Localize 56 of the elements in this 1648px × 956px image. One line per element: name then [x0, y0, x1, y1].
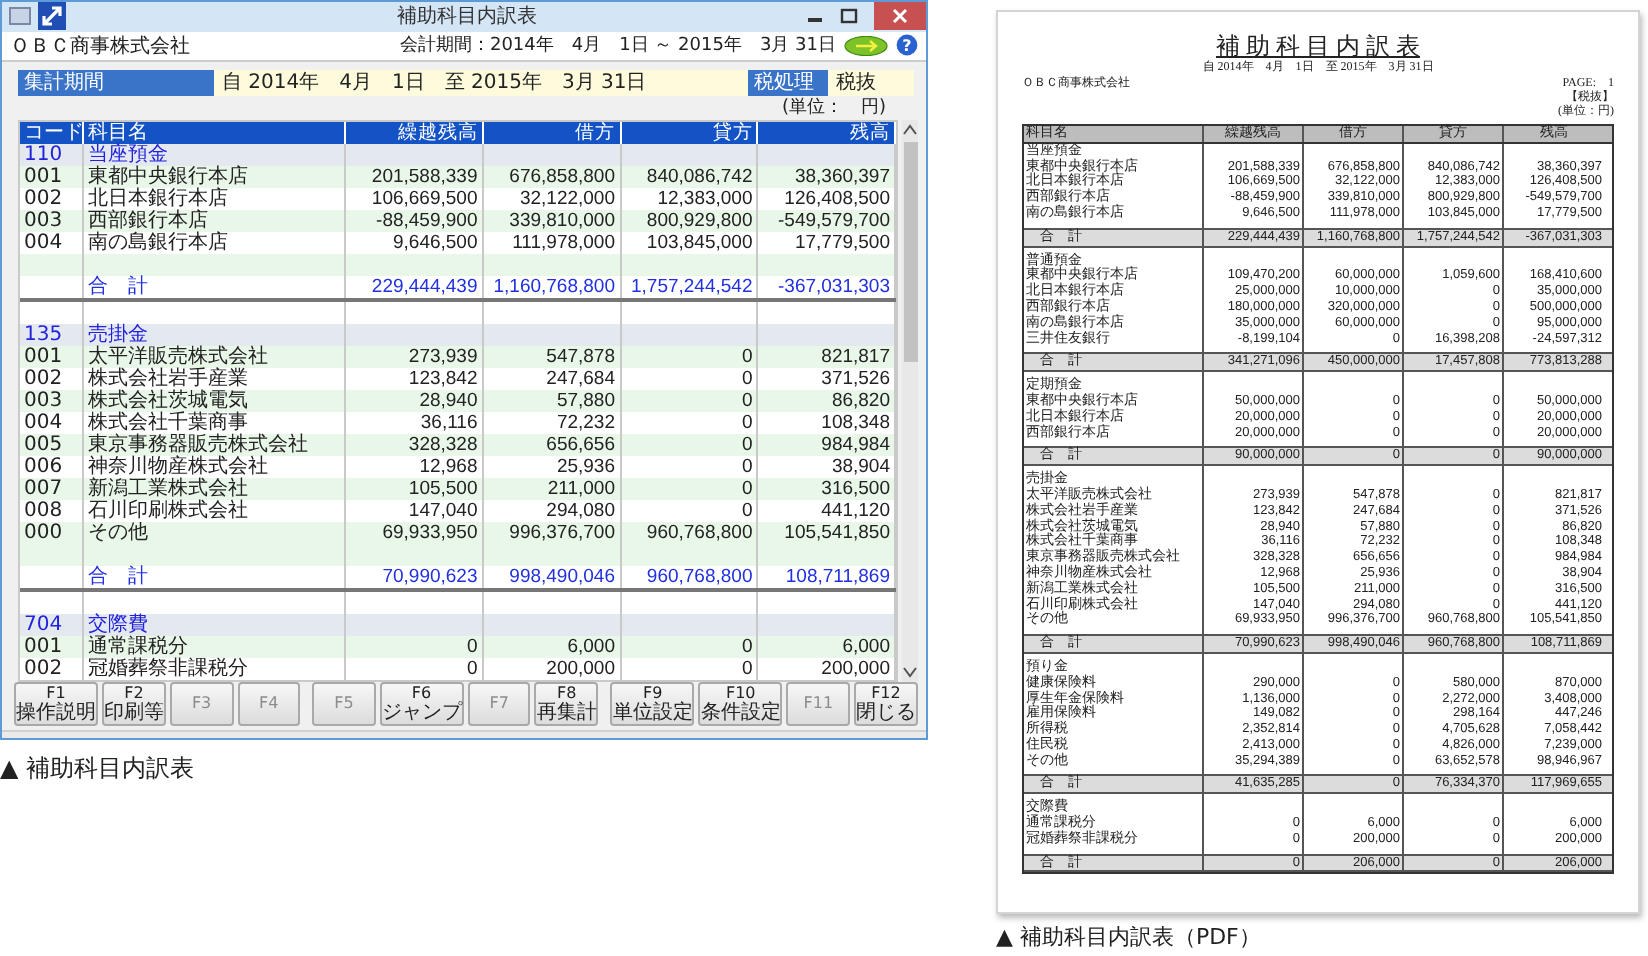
table-row[interactable]: 004 南の島銀行本店 9,646,500 111,978,000 103,845,000 17,779,500: [20, 231, 896, 254]
help-icon[interactable]: ?: [896, 34, 918, 57]
table-row[interactable]: 002 株式会社岩手産業 123,842 247,684 0 371,526: [20, 367, 896, 390]
table-cell: 200,000: [758, 657, 896, 680]
app-icon: [8, 4, 32, 29]
total-label: 合 計: [84, 565, 346, 588]
table-row[interactable]: 003 株式会社茨城電気 28,940 57,880 0 86,820: [20, 389, 896, 412]
function-key[interactable]: F9 単位設定: [610, 681, 695, 726]
table-cell: 冠婚葬祭非課税分: [84, 657, 346, 680]
table-row[interactable]: 000 その他 69,933,950 996,376,700 960,768,800 105,541,850: [20, 521, 896, 544]
scroll-down-icon[interactable]: [902, 665, 918, 678]
total-cell: 998,490,046: [483, 565, 621, 588]
table-row[interactable]: 002 北日本銀行本店 106,669,500 32,122,000 12,383,000 126,408,500: [20, 187, 896, 210]
table-row[interactable]: 008 石川印刷株式会社 147,040 294,080 0 441,120: [20, 499, 896, 522]
total-cell: 1,757,244,542: [621, 275, 759, 298]
table-row[interactable]: 001 通常課税分 0 6,000 0 6,000: [20, 635, 896, 658]
table-cell: 200,000: [483, 657, 621, 680]
function-key[interactable]: F2 印刷等: [102, 681, 166, 726]
function-key[interactable]: F8 再集計: [534, 681, 599, 726]
total-cell: 70,990,623: [346, 565, 484, 588]
table-cell: 002: [20, 657, 84, 680]
close-icon[interactable]: [874, 2, 926, 31]
scrollbar[interactable]: [902, 119, 918, 682]
table-row[interactable]: 003 西部銀行本店 -88,459,900 339,810,000 800,929,800 -549,579,700: [20, 209, 896, 232]
company-name: ＯＢＣ商事株式会社: [10, 33, 190, 60]
function-key[interactable]: F12 閉じる: [853, 681, 918, 726]
total-cell: 229,444,439: [346, 275, 484, 298]
tax-label: 税処理: [748, 69, 828, 96]
total-cell: 1,160,768,800: [483, 275, 621, 298]
scroll-thumb[interactable]: [903, 141, 917, 362]
maximize-icon[interactable]: [840, 8, 858, 25]
table-row[interactable]: 004 株式会社千葉商事 36,116 72,232 0 108,348: [20, 411, 896, 434]
caption: ▲ 補助科目内訳表: [0, 752, 197, 786]
period-label: 集計期間: [18, 69, 214, 96]
table-cell: 0: [621, 657, 759, 680]
table-row[interactable]: 001 東都中央銀行本店 201,588,339 676,858,800 840,086,742 38,360,397: [20, 165, 896, 188]
total-cell: 960,768,800: [621, 565, 759, 588]
scroll-up-icon[interactable]: [902, 123, 918, 136]
report-title: 補 助 科 目 内 訳 表: [1214, 32, 1422, 60]
function-key[interactable]: F10 条件設定: [698, 681, 783, 726]
table-row[interactable]: 006 神奈川物産株式会社 12,968 25,936 0 38,904: [20, 455, 896, 478]
caption: ▲ 補助科目内訳表（PDF）: [996, 922, 1263, 952]
total-cell: 108,711,869: [758, 565, 896, 588]
total-cell: -367,031,303: [758, 275, 896, 298]
table-row[interactable]: 007 新潟工業株式会社 105,500 211,000 0 316,500: [20, 477, 896, 500]
table-row[interactable]: 002 冠婚葬祭非課税分 0 200,000 0 200,000: [20, 657, 896, 680]
table-row[interactable]: 005 東京事務器販売株式会社 328,328 656,656 0 984,984: [20, 433, 896, 456]
badge-icon[interactable]: [844, 35, 888, 56]
fiscal-period: 会計期間：2014年 4月 1日 ～ 2015年 3月 31日: [399, 33, 836, 59]
total-label: 合 計: [84, 275, 346, 298]
unit-label: (単位： 円): [781, 95, 886, 120]
table-row[interactable]: 001 太平洋販売株式会社 273,939 547,878 0 821,817: [20, 345, 896, 368]
function-key[interactable]: F1 操作説明: [14, 681, 98, 726]
window-title: 補助科目内訳表: [397, 3, 537, 31]
function-key[interactable]: F6 ジャンプ: [379, 681, 464, 726]
table-cell: 0: [346, 657, 484, 680]
